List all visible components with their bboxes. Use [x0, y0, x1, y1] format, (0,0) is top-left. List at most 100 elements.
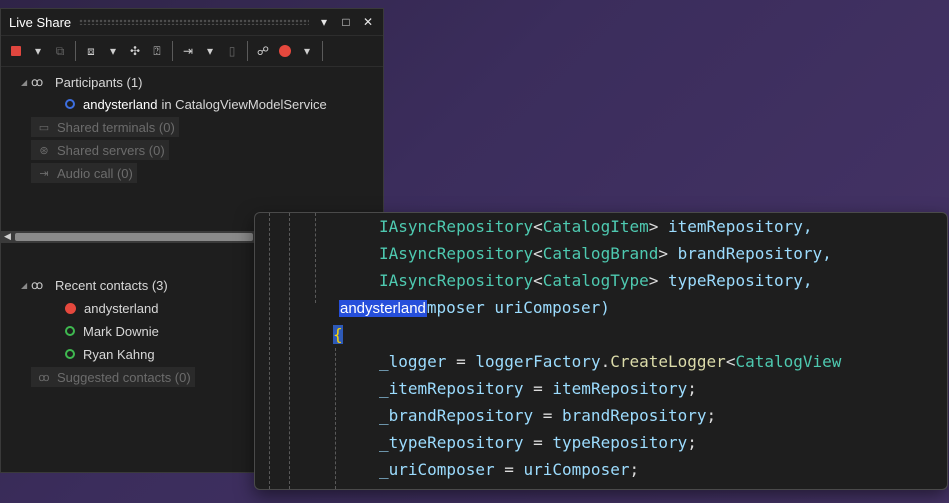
operator: = — [523, 379, 553, 398]
people-icon: ꝏ — [31, 75, 44, 89]
punct: > — [658, 244, 668, 263]
code-line-4: andysterlandmposer uriComposer) — [339, 294, 947, 321]
participant-location: in CatalogViewModelService — [161, 96, 327, 112]
server-icon: ⊛ — [39, 144, 49, 157]
code-editor[interactable]: IAsyncRepository<CatalogItem> itemReposi… — [254, 212, 948, 490]
object-name: loggerFactory — [475, 352, 601, 371]
audio-call-icon[interactable]: ⇥ — [179, 42, 197, 60]
dropdown-icon[interactable]: ▾ — [317, 15, 331, 29]
chevron-down-icon[interactable]: ▾ — [201, 42, 219, 60]
code-line-3: IAsyncRepository<CatalogType> typeReposi… — [379, 267, 947, 294]
shared-servers-label: Shared servers (0) — [57, 142, 165, 158]
type-name: IAsyncRepository — [379, 271, 534, 290]
indent-guide — [289, 213, 290, 489]
punct: < — [725, 352, 736, 371]
online-status-icon — [65, 349, 75, 359]
code-line-7: _itemRepository = itemRepository; — [379, 375, 947, 402]
code-line-5: { — [333, 321, 947, 348]
shared-servers-item[interactable]: ⊛ Shared servers (0) — [1, 139, 383, 161]
code-text: mposer uriComposer) — [426, 298, 610, 317]
punct: . — [600, 352, 611, 371]
close-icon[interactable]: ✕ — [361, 15, 375, 29]
field-name: _typeRepository — [379, 433, 524, 452]
end-session-icon[interactable] — [276, 42, 294, 60]
indent-guide — [335, 348, 336, 489]
field-name: _brandRepository — [379, 406, 534, 425]
generic-type: CatalogType — [542, 271, 649, 290]
panel-titlebar: Live Share ▾ □ ✕ — [1, 9, 383, 36]
contact-name: Ryan Kahng — [83, 346, 155, 362]
people-icon: ꝏ — [38, 371, 50, 384]
follow-icon[interactable]: ✣ — [126, 42, 144, 60]
toolbar-divider — [75, 41, 76, 61]
people-icon: ꝏ — [31, 278, 44, 292]
param-name: itemRepository, — [658, 217, 813, 236]
punct: ; — [629, 460, 640, 479]
operator: = — [494, 460, 524, 479]
param-name: brandRepository, — [668, 244, 832, 263]
punct: > — [648, 217, 659, 236]
audio-call-label: Audio call (0) — [57, 165, 133, 181]
chevron-down-icon[interactable]: ▾ — [298, 42, 316, 60]
punct: ; — [687, 379, 697, 398]
generic-type: CatalogView — [735, 352, 842, 371]
stop-session-icon[interactable] — [7, 42, 25, 60]
recent-contacts-label: Recent contacts (3) — [55, 277, 168, 293]
open-brace: { — [333, 325, 343, 344]
maximize-icon[interactable]: □ — [339, 15, 353, 29]
collaborator-cursor-flag: andysterland — [339, 300, 427, 317]
scroll-left-icon[interactable]: ◀ — [4, 231, 11, 242]
operator: = — [523, 433, 553, 452]
operator: = — [533, 406, 563, 425]
type-name: IAsyncRepository — [379, 217, 534, 236]
code-line-6: _logger = loggerFactory.CreateLogger<Cat… — [379, 348, 947, 375]
code-line-9: _typeRepository = typeRepository; — [379, 429, 947, 456]
indent-guide — [315, 213, 316, 303]
participant-item[interactable]: andysterland in CatalogViewModelService — [1, 93, 383, 115]
participants-label: Participants (1) — [55, 74, 143, 90]
shared-terminals-item[interactable]: ▭ Shared terminals (0) — [1, 116, 383, 138]
participants-group[interactable]: ◢ ꝏ Participants (1) — [1, 71, 383, 93]
panel-title: Live Share — [9, 14, 72, 30]
shared-terminals-label: Shared terminals (0) — [57, 119, 175, 135]
drag-handle[interactable] — [79, 19, 309, 25]
code-line-8: _brandRepository = brandRepository; — [379, 402, 947, 429]
punct: < — [533, 217, 543, 236]
participant-status-icon — [65, 99, 75, 109]
toolbar-divider — [247, 41, 248, 61]
type-name: IAsyncRepository — [379, 244, 534, 263]
panel-toolbar: ▾ ⧉ ⧈ ▾ ✣ ⍰ ⇥ ▾ ▯ ☍ ▾ — [1, 36, 383, 67]
punct: ; — [687, 433, 697, 452]
param-name: typeRepository — [552, 433, 688, 452]
chevron-down-icon[interactable]: ▾ — [104, 42, 122, 60]
punct: < — [533, 244, 543, 263]
punct: ; — [706, 406, 717, 425]
indent-guide — [269, 213, 270, 489]
link-icon[interactable]: ☍ — [254, 42, 272, 60]
generic-type: CatalogBrand — [542, 244, 659, 263]
online-status-icon — [65, 326, 75, 336]
share-screen-icon[interactable]: ⧈ — [82, 42, 100, 60]
code-line-2: IAsyncRepository<CatalogBrand> brandRepo… — [379, 240, 947, 267]
code-line-10: _uriComposer = uriComposer; — [379, 456, 947, 483]
contact-name: andysterland — [84, 300, 159, 316]
collapse-triangle-icon[interactable]: ◢ — [21, 78, 31, 87]
comment-icon[interactable]: ⍰ — [148, 42, 166, 60]
scrollbar-thumb[interactable] — [15, 233, 253, 241]
punct: < — [533, 271, 543, 290]
param-name: uriComposer — [523, 460, 630, 479]
param-name: typeRepository, — [658, 271, 813, 290]
chevron-down-icon[interactable]: ▾ — [29, 42, 47, 60]
param-name: itemRepository — [552, 379, 688, 398]
copy-link-icon[interactable]: ⧉ — [51, 42, 69, 60]
method-name: CreateLogger — [610, 352, 726, 371]
collapse-triangle-icon[interactable]: ◢ — [21, 281, 31, 290]
audio-call-icon: ⇥ — [39, 167, 49, 180]
microphone-icon[interactable]: ▯ — [223, 42, 241, 60]
toolbar-divider — [322, 41, 323, 61]
code-line-1: IAsyncRepository<CatalogItem> itemReposi… — [379, 213, 947, 240]
operator: = — [446, 352, 476, 371]
audio-call-item[interactable]: ⇥ Audio call (0) — [1, 162, 383, 184]
generic-type: CatalogItem — [542, 217, 649, 236]
terminal-icon: ▭ — [38, 121, 50, 134]
